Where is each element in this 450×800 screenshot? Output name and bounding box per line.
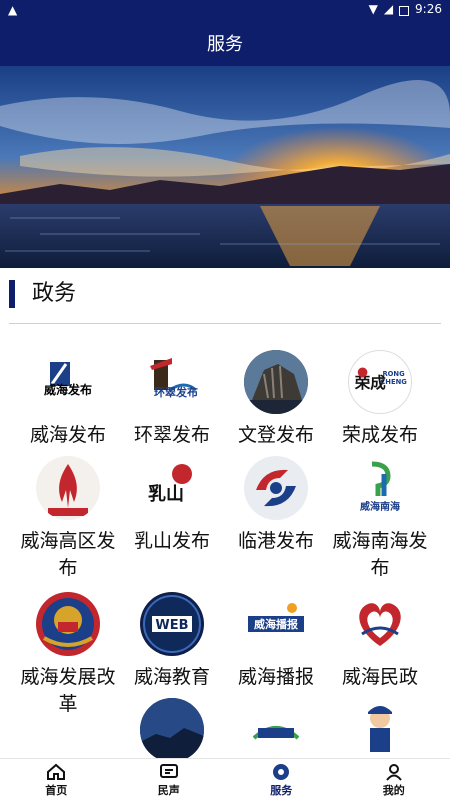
partial-logo-1-icon	[140, 698, 204, 762]
service-tile-partial-2[interactable]	[220, 698, 332, 762]
tab-label: 首页	[45, 784, 68, 797]
gaoqu-fabu-logo-icon	[36, 456, 100, 520]
tab-home[interactable]: 首页	[0, 759, 113, 800]
service-tile-rongcheng-fabu[interactable]: 荣成 RONG CHENG 荣成发布	[324, 350, 436, 449]
tab-label: 民声	[157, 784, 180, 797]
status-bar: ▲ ▼ ◢ 9:26	[0, 0, 450, 20]
divider	[9, 323, 441, 324]
tab-service[interactable]: 服务	[225, 759, 338, 800]
status-time: 9:26	[415, 2, 442, 16]
svg-text:WEB: WEB	[155, 618, 188, 633]
banner-image[interactable]	[0, 66, 450, 268]
svg-text:威海播报: 威海播报	[254, 617, 299, 631]
service-tile-partial-3[interactable]	[324, 698, 436, 762]
service-label: 威海高区发布	[20, 530, 116, 579]
signal-icon: ◢	[383, 2, 394, 16]
message-icon	[159, 764, 178, 778]
service-label: 威海南海发布	[332, 530, 428, 579]
weihai-fabu-logo-icon: 威海发布	[36, 350, 100, 414]
huancui-fabu-logo-icon: 环翠发布	[140, 350, 204, 414]
fazhan-gaige-logo-icon	[36, 592, 100, 656]
service-icon	[273, 764, 290, 780]
service-tile-nanhai-fabu[interactable]: 威海南海 威海南海发布	[324, 456, 436, 582]
service-tile-minzheng[interactable]: 威海民政	[324, 592, 436, 691]
service-label: 荣成发布	[341, 424, 418, 446]
wendeng-fabu-logo-icon	[244, 350, 308, 414]
tab-mine[interactable]: 我的	[338, 759, 450, 800]
jiaoyu-logo-icon: WEB	[140, 592, 204, 656]
service-label: 环翠发布	[133, 424, 210, 446]
tab-label: 我的	[382, 784, 405, 797]
lingang-fabu-logo-icon	[244, 456, 308, 520]
svg-text:威海发布: 威海发布	[44, 382, 92, 397]
rongcheng-fabu-logo-icon: 荣成 RONG CHENG	[348, 350, 412, 414]
section-header: 政务	[0, 268, 450, 324]
rushan-fabu-logo-icon: 乳山	[140, 456, 204, 520]
bottom-tab-bar: 首页 民声 服务 我的	[0, 758, 450, 800]
service-label: 威海播报	[237, 666, 314, 688]
service-label: 临港发布	[237, 530, 314, 552]
home-icon	[47, 763, 66, 780]
service-tile-fazhan-gaige[interactable]: 威海发展改革	[12, 592, 124, 718]
service-label: 威海民政	[341, 666, 418, 688]
section-accent-bar	[9, 280, 15, 308]
minzheng-logo-icon	[348, 592, 412, 656]
svg-text:CHENG: CHENG	[380, 378, 407, 386]
service-tile-gaoqu-fabu[interactable]: 威海高区发布	[12, 456, 124, 582]
page-title: 服务	[207, 34, 243, 55]
service-label: 威海发布	[29, 424, 106, 446]
user-icon	[385, 764, 402, 781]
service-tile-jiaoyu[interactable]: WEB 威海教育	[116, 592, 228, 691]
svg-text:乳山: 乳山	[148, 484, 184, 505]
partial-logo-2-icon	[244, 698, 308, 762]
service-tile-weihai-fabu[interactable]: 威海发布 威海发布	[12, 350, 124, 449]
app-bar: 服务	[0, 20, 450, 66]
tab-voice[interactable]: 民声	[113, 759, 226, 800]
service-tile-wendeng-fabu[interactable]: 文登发布	[220, 350, 332, 449]
nanhai-fabu-logo-icon: 威海南海	[348, 456, 412, 520]
service-tile-huancui-fabu[interactable]: 环翠发布 环翠发布	[116, 350, 228, 449]
tab-label: 服务	[270, 784, 293, 797]
service-tile-lingang-fabu[interactable]: 临港发布	[220, 456, 332, 555]
service-label: 威海教育	[133, 666, 210, 688]
wifi-icon: ▼	[368, 2, 378, 16]
service-label: 乳山发布	[133, 530, 210, 552]
section-title: 政务	[32, 281, 77, 306]
service-label: 文登发布	[237, 424, 314, 446]
svg-text:威海南海: 威海南海	[360, 500, 400, 513]
service-label: 威海发展改革	[20, 666, 116, 715]
service-tile-partial-1[interactable]	[116, 698, 228, 762]
notification-icon: ▲	[8, 3, 18, 17]
battery-icon	[399, 6, 410, 16]
partial-logo-3-icon	[348, 698, 412, 762]
bobao-logo-icon: 威海播报	[244, 592, 308, 656]
service-tile-bobao[interactable]: 威海播报 威海播报	[220, 592, 332, 691]
svg-text:环翠发布: 环翠发布	[154, 385, 198, 399]
service-tile-rushan-fabu[interactable]: 乳山 乳山发布	[116, 456, 228, 555]
